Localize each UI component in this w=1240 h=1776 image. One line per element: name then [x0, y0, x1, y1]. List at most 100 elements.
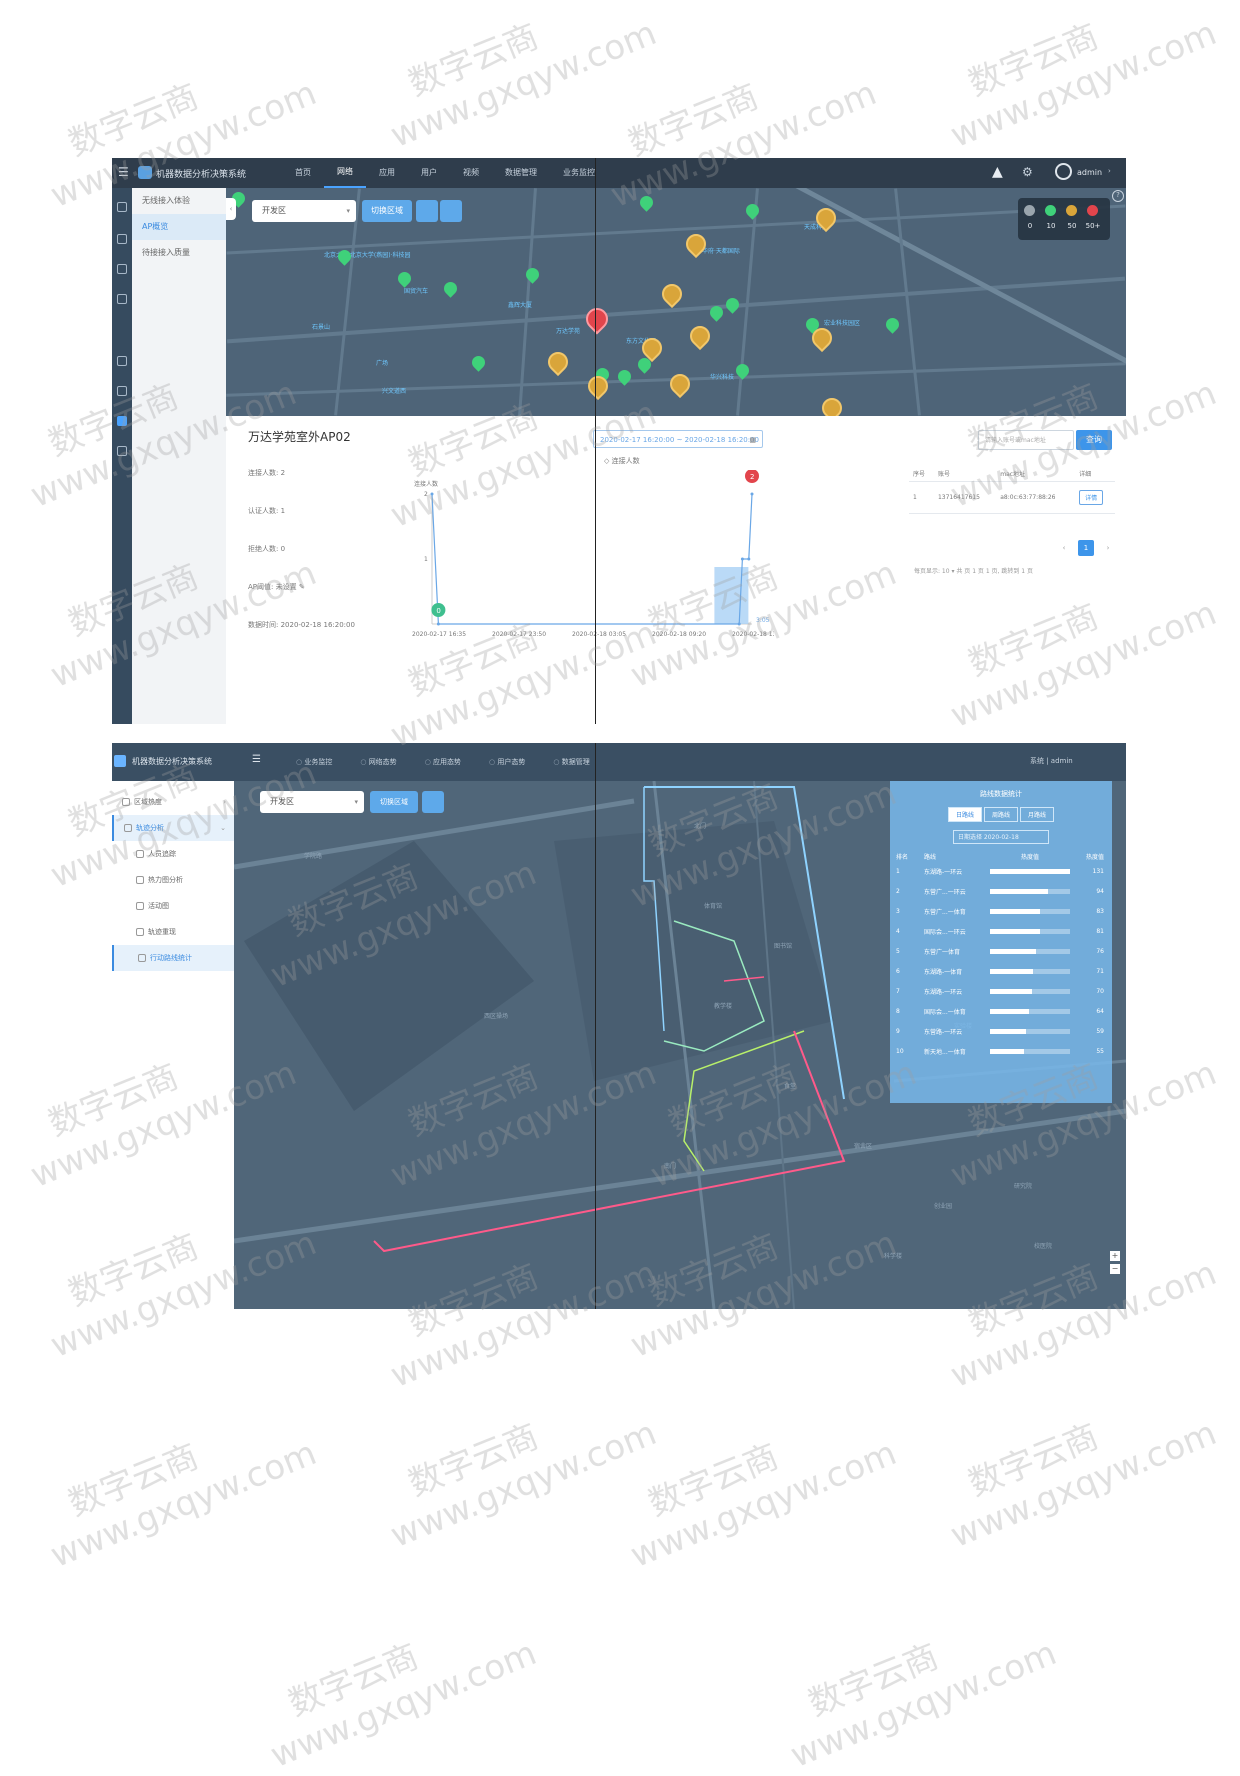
chart-icon[interactable]	[117, 264, 127, 274]
grid-icon[interactable]	[117, 234, 127, 244]
collapse-sidebar-button[interactable]: ‹	[226, 198, 236, 220]
sidebar-item[interactable]: 人员追踪	[112, 841, 234, 867]
map-pin-icon[interactable]	[685, 321, 715, 351]
sidebar-item[interactable]: 区域热度 ›	[112, 789, 234, 815]
icon-rail	[112, 188, 132, 724]
nav-item[interactable]: 网络态势	[346, 743, 410, 781]
next-page-button[interactable]: ›	[1100, 540, 1116, 556]
zoom-out-button[interactable]: −	[1110, 1264, 1120, 1274]
map-pin-icon[interactable]	[581, 303, 613, 335]
prev-page-button[interactable]: ‹	[1056, 540, 1072, 556]
user-icon[interactable]	[117, 416, 127, 426]
ranking-number: 2	[896, 887, 900, 895]
row-number: 1	[909, 481, 934, 514]
map-pin-icon[interactable]	[723, 295, 742, 314]
map-pin-icon[interactable]	[743, 201, 762, 220]
ranking-row[interactable]: 3 东营广...一体育 83	[890, 901, 1112, 921]
map-pin-icon[interactable]	[395, 269, 414, 288]
warning-icon[interactable]: ▲	[992, 164, 1003, 180]
legend-value: 10	[1046, 222, 1056, 230]
edit-icon[interactable]: ✎	[297, 583, 305, 591]
detail-button[interactable]: 详情	[1079, 490, 1104, 505]
menu-icon[interactable]: ☰	[118, 165, 129, 179]
data-point	[436, 622, 440, 626]
help-icon[interactable]: ?	[1112, 190, 1124, 202]
zoom-in-button[interactable]: +	[1110, 1251, 1120, 1261]
avatar-icon[interactable]	[1055, 163, 1072, 180]
sidebar-item[interactable]: 活动图	[112, 893, 234, 919]
ranking-tab[interactable]: 周路线	[983, 807, 1018, 822]
sidebar-item[interactable]: 待接接入质量	[132, 240, 226, 266]
data-point	[750, 492, 754, 496]
ranking-row[interactable]: 4 国际会...一环云 81	[890, 921, 1112, 941]
ranking-bar	[990, 988, 1070, 994]
layers-icon[interactable]	[422, 791, 444, 813]
ranking-tab[interactable]: 日路线	[947, 807, 982, 822]
watermark-cn: 数字云商	[622, 76, 765, 165]
share-icon[interactable]	[117, 294, 127, 304]
layers-icon[interactable]	[440, 200, 462, 222]
date-range-input[interactable]: 2020-02-17 16:20:00 ~ 2020-02-18 16:20:0…	[593, 430, 763, 448]
chevron-right-icon[interactable]: ›	[1108, 167, 1111, 175]
account-search-input[interactable]: 请输入账号或mac地址	[978, 430, 1074, 450]
y-tick-label: 1	[424, 556, 428, 563]
query-button[interactable]: 查询	[1076, 430, 1112, 450]
ap-map[interactable]: 开发区 ▾ 切换区域 0 10 50 50+ ? 北京大学·北京大学(燕园)·科技园国…	[226, 188, 1126, 416]
map-pin-icon[interactable]	[657, 279, 687, 309]
ranking-row[interactable]: 5 东营广一体育 76	[890, 941, 1112, 961]
map-pin-icon[interactable]	[469, 353, 488, 372]
sidebar-item[interactable]: 轨迹分析 ⌄	[112, 815, 234, 841]
shield-icon[interactable]	[117, 386, 127, 396]
ranking-row[interactable]: 6 东湖路-一体育 71	[890, 961, 1112, 981]
nav-item[interactable]: 视频	[450, 158, 492, 188]
nav-item[interactable]: 业务监控	[282, 743, 346, 781]
region-select[interactable]: 开发区 ▾	[252, 200, 356, 222]
system-user[interactable]: 系统 | admin	[1030, 756, 1073, 766]
ranking-row[interactable]: 7 东湖路-一环云 70	[890, 981, 1112, 1001]
ranking-row[interactable]: 2 东营广...一环云 94	[890, 881, 1112, 901]
sidebar-item[interactable]: 热力图分析	[112, 867, 234, 893]
nav-item[interactable]: 首页	[282, 158, 324, 188]
series-legend[interactable]: ◇ 连接人数	[604, 456, 640, 466]
map-pin-icon[interactable]	[441, 279, 460, 298]
page-button[interactable]: 1	[1078, 540, 1094, 556]
map-pin-icon[interactable]	[817, 393, 847, 416]
switch-region-button[interactable]: 切换区域	[362, 200, 412, 222]
nav-item[interactable]: 网络	[324, 158, 366, 188]
nav-item[interactable]: 用户	[408, 158, 450, 188]
map-road	[234, 1108, 1126, 1244]
map-pin-icon[interactable]	[665, 369, 695, 399]
settings-icon[interactable]: ⚙	[1022, 165, 1033, 179]
calendar-icon[interactable]	[117, 446, 127, 456]
ranking-row[interactable]: 8 国际会...一体育 64	[890, 1001, 1112, 1021]
ranking-row[interactable]: 1 东湖路-一环云 131	[890, 861, 1112, 881]
username[interactable]: admin	[1077, 168, 1102, 177]
sidebar-item[interactable]: 无线接入体验	[132, 188, 226, 214]
menu-icon[interactable]: ☰	[252, 754, 261, 765]
map-pin-icon[interactable]	[883, 315, 902, 334]
analytics-icon[interactable]	[117, 356, 127, 366]
sidebar-item[interactable]: AP概览	[132, 214, 226, 240]
nav-item[interactable]: 数据管理	[492, 158, 550, 188]
nav-item[interactable]: 用户态势	[475, 743, 539, 781]
ranking-bar	[990, 948, 1070, 954]
switch-region-button[interactable]: 切换区域	[370, 791, 418, 813]
top-bar: ☰ 机器数据分析决策系统 首页 网络 应用 用户 视频 数据管理 业务监控 ▲ ⚙ admi…	[112, 158, 1126, 188]
nav-item[interactable]: 应用态势	[411, 743, 475, 781]
sidebar-item[interactable]: 轨迹重现	[112, 919, 234, 945]
calendar-icon[interactable]: ▦	[749, 431, 756, 449]
network-icon[interactable]	[117, 202, 127, 212]
ranking-tab[interactable]: 月路线	[1020, 807, 1055, 822]
map-pin-icon[interactable]	[637, 193, 656, 212]
map-pin-icon[interactable]	[543, 347, 573, 377]
sidebar-item[interactable]: 行动路线统计	[112, 945, 234, 971]
route-map[interactable]: 学院路北门体育馆图书馆教学楼食堂宿舍区南门创业园研究院西区操场科学楼实验楼校医院…	[234, 781, 1126, 1309]
ranking-date-input[interactable]: 日期选择 2020-02-18	[953, 830, 1049, 844]
nav-item[interactable]: 业务监控	[550, 158, 608, 188]
map-pin-icon[interactable]	[523, 265, 542, 284]
nav-item[interactable]: 应用	[366, 158, 408, 188]
fullscreen-icon[interactable]	[416, 200, 438, 222]
ranking-row[interactable]: 9 东营路-一环云 59	[890, 1021, 1112, 1041]
region-select[interactable]: 开发区 ▾	[260, 791, 364, 813]
ranking-row[interactable]: 10 新天地...一体育 55	[890, 1041, 1112, 1061]
